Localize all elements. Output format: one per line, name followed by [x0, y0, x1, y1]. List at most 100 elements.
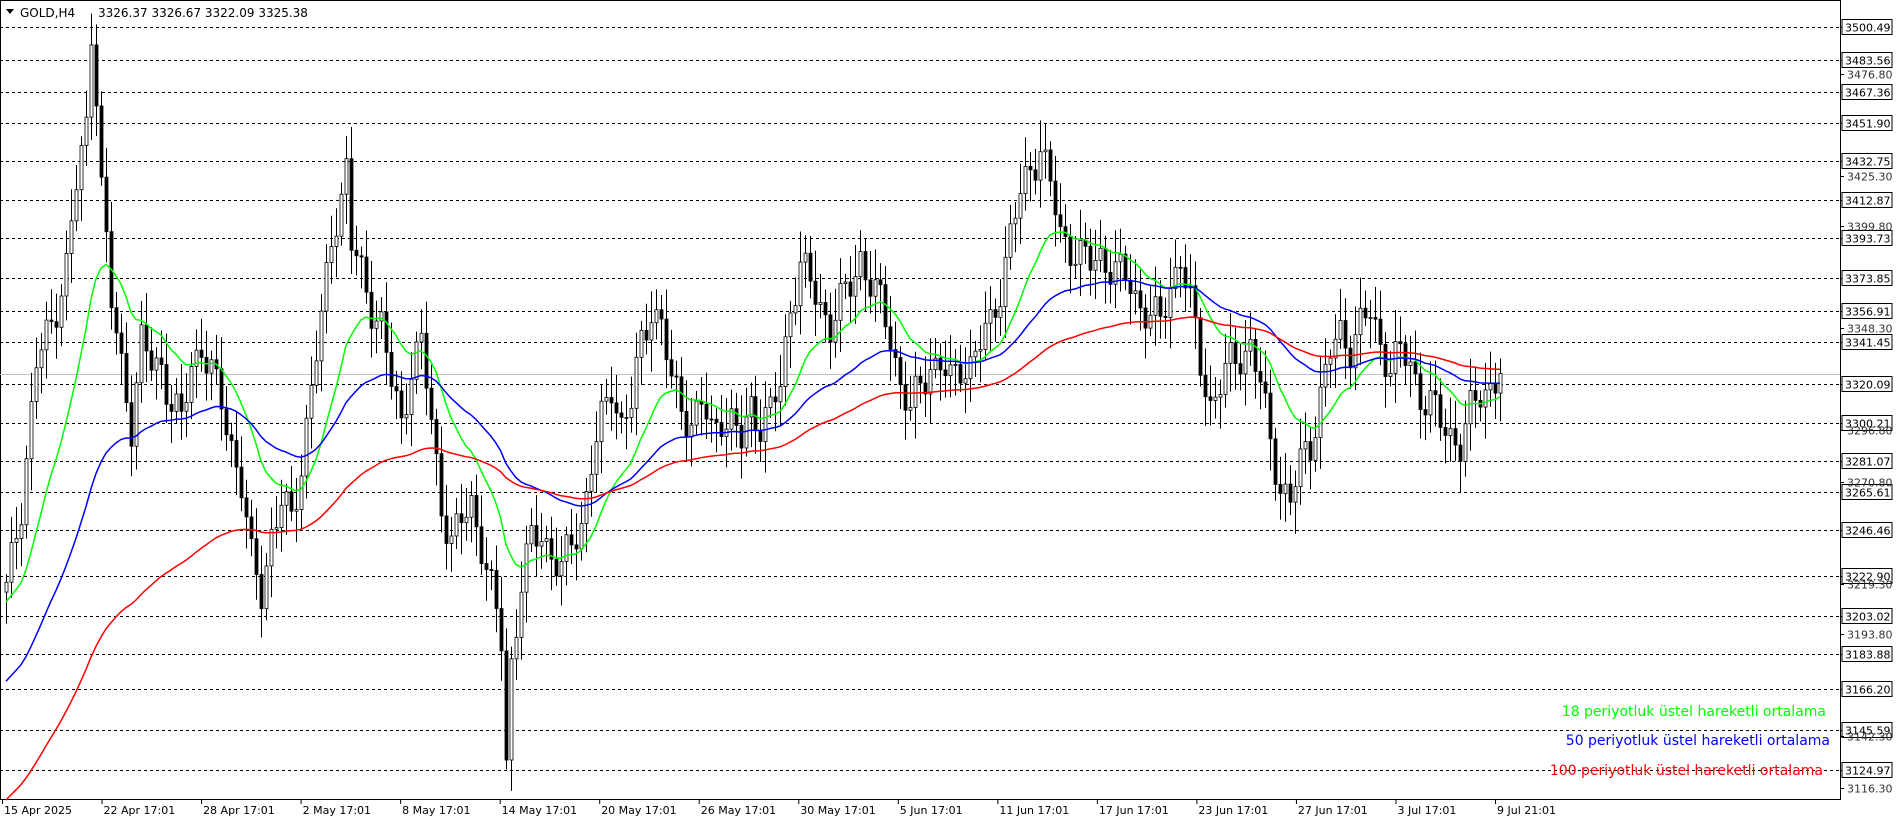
candle-body — [714, 418, 719, 423]
candle-body — [1408, 361, 1413, 366]
candle-body — [364, 256, 369, 293]
candle-body — [1438, 394, 1443, 428]
time-tick-label: 8 May 17:01 — [402, 804, 470, 817]
candle-body — [1068, 236, 1073, 266]
candle-body — [114, 307, 119, 334]
price-chart[interactable]: 3500.49 3483.56 3467.36 3451.90 3432.75 3412.… — [0, 0, 1896, 820]
price-level-label: 3246.46 — [1845, 525, 1891, 538]
candle-body — [963, 378, 968, 384]
candle-body — [1128, 279, 1133, 294]
time-tick-label: 30 May 17:01 — [800, 804, 875, 817]
candle-body — [1308, 441, 1313, 461]
candle-body — [649, 322, 654, 341]
candle-body — [1058, 214, 1063, 228]
candle-body — [1358, 307, 1363, 336]
candle-body — [344, 158, 349, 195]
candle-body — [639, 329, 644, 358]
candle-body — [584, 490, 589, 524]
price-level-label: 3166.20 — [1845, 684, 1891, 697]
candle-body — [454, 513, 459, 537]
candle-body — [419, 332, 424, 343]
candle-body — [404, 414, 409, 419]
candle-body — [354, 249, 359, 257]
candle-body — [289, 491, 294, 512]
candle-body — [1138, 290, 1143, 309]
candle-body — [84, 116, 89, 146]
candle-body — [958, 364, 963, 384]
candle-body — [324, 262, 329, 312]
price-level-label: 3320.09 — [1845, 379, 1891, 392]
price-level-label: 3432.75 — [1845, 156, 1891, 169]
candle-body — [913, 375, 918, 408]
candle-body — [244, 497, 249, 518]
candle-body — [264, 565, 269, 610]
candle-body — [544, 538, 549, 542]
candle-body — [1008, 223, 1013, 258]
candle-body — [1153, 296, 1158, 316]
legend: 18 periyotluk üstel hareketli ortalama 5… — [1550, 704, 1830, 779]
price-level-label: 3393.73 — [1845, 233, 1891, 246]
candle-body — [788, 312, 793, 338]
candle-body — [504, 650, 509, 761]
price-tick-label: 3476.80 — [1847, 69, 1893, 82]
candle-body — [199, 349, 204, 358]
candle-body — [374, 320, 379, 329]
candle-body — [99, 105, 104, 178]
candle-body — [878, 279, 883, 286]
candle-body — [1368, 317, 1373, 319]
ohlc-values: 3326.37 3326.67 3322.09 3325.38 — [98, 6, 308, 20]
candle-body — [349, 158, 354, 251]
time-tick-label: 11 Jun 17:01 — [999, 804, 1069, 817]
candle-body — [953, 364, 958, 366]
chart-svg[interactable]: 3500.49 3483.56 3467.36 3451.90 3432.75 3412.… — [0, 0, 1896, 820]
candle-body — [14, 538, 19, 543]
candle-body — [229, 434, 234, 441]
candle-body — [304, 417, 309, 477]
candle-body — [1443, 427, 1448, 436]
candle-body — [274, 527, 279, 530]
candle-body — [943, 369, 948, 377]
candle-body — [609, 397, 614, 404]
candle-body — [689, 424, 694, 438]
candle-body — [1093, 260, 1098, 271]
candle-body — [1198, 317, 1203, 376]
candle-body — [928, 369, 933, 395]
candle-body — [1203, 374, 1208, 398]
price-tick-label: 3399.80 — [1847, 221, 1893, 234]
candle-body — [773, 396, 778, 403]
candle-body — [624, 417, 629, 419]
time-tick-label: 15 Apr 2025 — [4, 804, 72, 817]
candle-body — [918, 375, 923, 384]
candle-body — [704, 403, 709, 420]
candle-body — [753, 396, 758, 432]
candle-body — [1453, 428, 1458, 446]
candle-body — [9, 542, 14, 583]
candle-body — [529, 525, 534, 545]
candle-body — [1028, 165, 1033, 171]
candle-body — [494, 570, 499, 609]
candle-body — [339, 193, 344, 237]
candle-body — [89, 44, 94, 118]
candle-body — [334, 235, 339, 247]
candle-body — [1023, 165, 1028, 195]
candle-body — [1303, 441, 1308, 450]
candle-body — [359, 255, 364, 258]
candle-body — [69, 220, 74, 254]
candle-body — [664, 318, 669, 361]
candle-body — [489, 569, 494, 571]
time-tick-label: 20 May 17:01 — [601, 804, 676, 817]
candle-body — [614, 402, 619, 414]
candle-body — [219, 368, 224, 410]
candle-body — [803, 252, 808, 263]
candle-body — [1043, 149, 1048, 153]
candle-body — [1403, 343, 1408, 366]
price-tick-label: 3425.30 — [1847, 171, 1893, 184]
candle-body — [429, 387, 434, 420]
candle-body — [1293, 486, 1298, 503]
candle-body — [559, 561, 564, 577]
candle-body — [709, 418, 714, 421]
candle-body — [1448, 428, 1453, 436]
candle-body — [19, 524, 24, 539]
candle-body — [1088, 245, 1093, 271]
candle-body — [1258, 371, 1263, 383]
